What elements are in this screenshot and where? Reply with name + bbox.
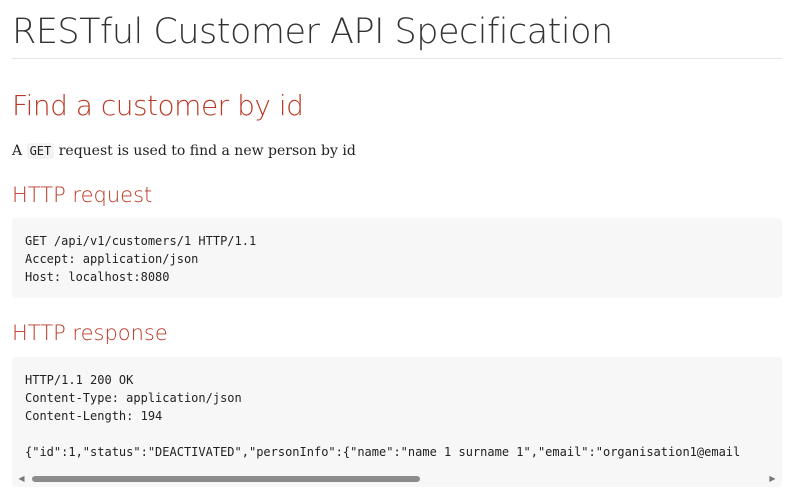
scroll-left-arrow-icon[interactable]: ◀ <box>15 472 28 485</box>
scrollbar-thumb[interactable] <box>32 476 420 482</box>
http-request-code-block: GET /api/v1/customers/1 HTTP/1.1 Accept:… <box>12 218 782 298</box>
http-response-heading: HTTP response <box>12 321 168 345</box>
code-line: Content-Length: 194 <box>25 409 163 423</box>
code-line: Host: localhost:8080 <box>25 270 170 284</box>
code-line-json-body: {"id":1,"status":"DEACTIVATED","personIn… <box>25 445 741 459</box>
scroll-right-arrow-icon[interactable]: ▶ <box>766 472 779 485</box>
code-line: Content-Type: application/json <box>25 391 242 405</box>
http-request-heading: HTTP request <box>12 183 153 207</box>
intro-prefix: A <box>12 143 23 159</box>
http-response-code-block[interactable]: HTTP/1.1 200 OK Content-Type: applicatio… <box>12 357 782 487</box>
code-line: GET /api/v1/customers/1 HTTP/1.1 <box>25 234 257 248</box>
horizontal-scrollbar[interactable]: ◀ ▶ <box>12 472 782 485</box>
title-divider <box>12 58 782 59</box>
code-line: Accept: application/json <box>25 252 199 266</box>
inline-code-method: GET <box>26 143 55 159</box>
section-title: Find a customer by id <box>12 89 304 122</box>
code-line: HTTP/1.1 200 OK <box>25 373 134 387</box>
page-title: RESTful Customer API Specification <box>12 12 613 52</box>
intro-suffix: request is used to find a new person by … <box>58 143 356 159</box>
section-intro: A GET request is used to find a new pers… <box>12 141 356 161</box>
